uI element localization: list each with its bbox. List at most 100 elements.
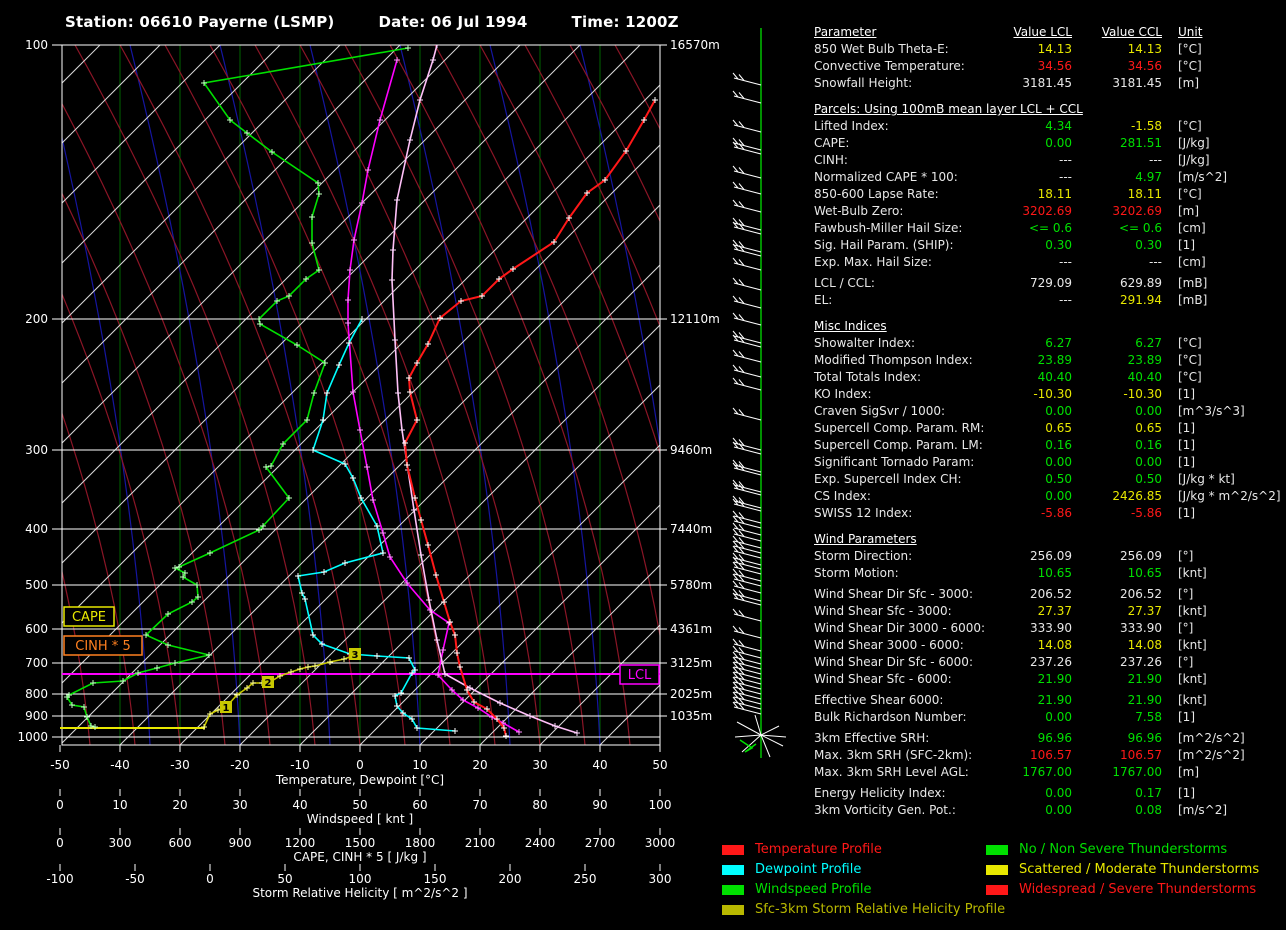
legend-label: Sfc-3km Storm Relative Helicity Profile <box>755 902 1006 917</box>
legend-label: Temperature Profile <box>755 842 882 857</box>
tick-label: -50 <box>125 872 145 886</box>
skewt-diagram: 100200300400500600700800900100016570m121… <box>17 28 787 900</box>
legend-swatch <box>722 905 744 915</box>
tick-label: 0 <box>206 872 214 886</box>
tick-label: 100 <box>349 872 372 886</box>
table-row: Storm Motion: 10.65 10.65 [knt] <box>814 566 1207 580</box>
axis-temperature: -50 -40 -30 -20 -10 0 10 20 30 40 50 Temperature, D… <box>50 745 668 787</box>
cape-label-box: CAPE <box>63 606 115 627</box>
tick-label: 1800 <box>405 836 436 850</box>
tick-label: 2400 <box>525 836 556 850</box>
parameter-table: Parameter Value LCL Value CCL Unit 850 Wet B… <box>814 24 1281 819</box>
legend-label: Windspeed Profile <box>755 882 872 897</box>
table-row: Exp. Max. Hail Size: --- --- [cm] <box>814 255 1206 269</box>
temperature-profile <box>402 97 658 739</box>
table-row: Wind Shear Dir 3000 - 6000: 333.90 333.90[… <box>814 621 1194 635</box>
axis-title: Storm Relative Helicity [ m^2/s^2 ] <box>252 886 467 900</box>
pressure-label: 400 <box>25 522 48 536</box>
tick-label: 50 <box>277 872 292 886</box>
svg-text:LCL: LCL <box>628 668 652 683</box>
table-row: Wind Shear Sfc - 3000: 27.37 27.37 [knt] <box>814 604 1207 618</box>
pressure-label: 100 <box>25 38 48 52</box>
wind-barb-column <box>732 28 787 758</box>
tick-label: 90 <box>592 798 607 812</box>
table-row: Sig. Hail Param. (SHIP): 0.30 0.30 [1] <box>814 238 1195 252</box>
tick-label: -50 <box>50 758 70 772</box>
srh-km-marker: 2 <box>262 676 274 689</box>
tick-label: 300 <box>109 836 132 850</box>
tick-label: -40 <box>110 758 130 772</box>
tick-label: 200 <box>499 872 522 886</box>
table-row: Wind Shear Sfc - 6000: 21.90 21.90 [knt] <box>814 672 1207 686</box>
tick-label: 10 <box>112 798 127 812</box>
table-row: Max. 3km SRH (SFC-2km): 106.57 106.57 [m^2/… <box>814 748 1245 762</box>
tick-label: 60 <box>412 798 427 812</box>
tick-label: 2100 <box>465 836 496 850</box>
table-row: 850 Wet Bulb Theta-E: 14.13 14.13 [°C] <box>814 42 1202 56</box>
legend-item-profile: Sfc-3km Storm Relative Helicity Profile <box>722 900 1005 920</box>
height-label: 2025m <box>670 687 712 701</box>
pressure-label: 800 <box>25 687 48 701</box>
table-row: Significant Tornado Param: 0.00 0.00 [1] <box>814 455 1195 469</box>
table-header: Parameter Value LCL Value CCL Unit <box>814 25 1203 39</box>
axis-windspeed: 0 10 20 30 40 50 60 70 80 90 100 Windspeed [ knt ] <box>56 789 671 826</box>
profile-legend: Temperature Profile Dewpoint Profile Winds… <box>722 840 1005 920</box>
height-label: 4361m <box>670 622 712 636</box>
legend-item-severity: No / Non Severe Thunderstorms <box>986 840 1259 860</box>
tick-label: 30 <box>532 758 547 772</box>
tick-label: 50 <box>652 758 667 772</box>
svg-text:2: 2 <box>265 678 272 689</box>
axis-title: Windspeed [ knt ] <box>307 812 413 826</box>
height-label: 5780m <box>670 578 712 592</box>
table-row: Wind Shear Dir Sfc - 6000: 237.26 237.26 [°… <box>814 655 1194 669</box>
height-label: 9460m <box>670 443 712 457</box>
axis-title: Temperature, Dewpoint [°C] <box>275 773 444 787</box>
tick-label: 900 <box>229 836 252 850</box>
height-label: 1035m <box>670 709 712 723</box>
sounding-app-window: Station: 06610 Payerne (LSMP) Date: 06 J… <box>0 0 1286 930</box>
srh-km-marker: 3 <box>349 648 361 661</box>
table-row: Wind Shear Dir Sfc - 3000: 206.52 206.52 [°… <box>814 587 1194 601</box>
height-label: 16570m <box>670 38 720 52</box>
table-row: 3km Vorticity Gen. Pot.: 0.00 0.08 [m/s^2] <box>814 803 1228 817</box>
legend-item-profile: Temperature Profile <box>722 840 1005 860</box>
legend-swatch <box>986 845 1008 855</box>
tick-label: 10 <box>412 758 427 772</box>
table-row: Exp. Supercell Index CH: 0.50 0.50 [J/kg * … <box>814 472 1235 486</box>
tick-label: 50 <box>352 798 367 812</box>
table-section-title: Wind Parameters <box>814 532 917 546</box>
tick-label: -20 <box>230 758 250 772</box>
tick-label: 1500 <box>345 836 376 850</box>
legend-item-profile: Windspeed Profile <box>722 880 1005 900</box>
tick-label: 100 <box>649 798 672 812</box>
legend-swatch <box>722 845 744 855</box>
height-label: 12110m <box>670 312 720 326</box>
tick-label: 250 <box>574 872 597 886</box>
profiles <box>64 45 658 739</box>
table-section-title: Misc Indices <box>814 319 887 333</box>
pressure-label: 300 <box>25 443 48 457</box>
table-section-title: Parcels: Using 100mB mean layer LCL + CC… <box>814 102 1083 116</box>
tick-label: 20 <box>472 758 487 772</box>
tick-label: 600 <box>169 836 192 850</box>
table-row: LCL / CCL: 729.09 629.89 [mB] <box>814 276 1208 290</box>
table-row: Energy Helicity Index: 0.00 0.17 [1] <box>814 786 1195 800</box>
table-row: Supercell Comp. Param. LM: 0.16 0.16 [1] <box>814 438 1195 452</box>
table-row: Wind Shear 3000 - 6000: 14.08 14.08 [knt] <box>814 638 1207 652</box>
height-label: 7440m <box>670 522 712 536</box>
table-row: Wet-Bulb Zero: 3202.69 3202.69 [m] <box>814 204 1200 218</box>
tick-label: -100 <box>46 872 73 886</box>
axis-srh: -100 -50 0 50 100 150 200 250 300 Storm Relative … <box>46 864 671 900</box>
legend-swatch <box>722 865 744 875</box>
svg-text:1: 1 <box>223 703 230 714</box>
tick-label: 20 <box>172 798 187 812</box>
tick-label: 3000 <box>645 836 676 850</box>
tick-label: -10 <box>290 758 310 772</box>
legend-swatch <box>986 885 1008 895</box>
axis-cape: 0 300 600 900 1200 1500 1800 2100 2400 2700 3000 CA… <box>56 828 675 864</box>
legend-item-severity: Scattered / Moderate Thunderstorms <box>986 860 1259 880</box>
tick-label: 1200 <box>285 836 316 850</box>
table-row: Craven SigSvr / 1000: 0.00 0.00 [m^3/s^3] <box>814 404 1245 418</box>
table-row: Storm Direction: 256.09 256.09 [°] <box>814 549 1194 563</box>
table-row: KO Index: -10.30 -10.30 [1] <box>814 387 1195 401</box>
